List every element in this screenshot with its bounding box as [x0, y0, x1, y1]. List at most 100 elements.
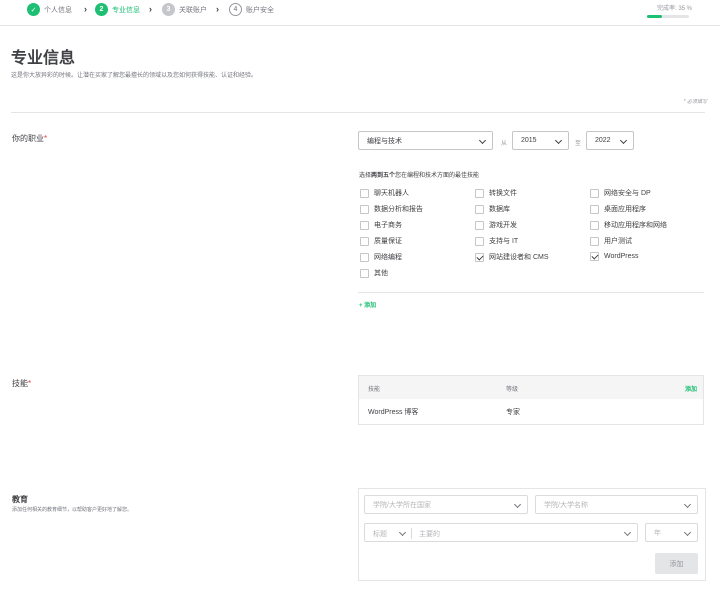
step-number: 4	[229, 3, 242, 16]
table-row[interactable]: WordPress 博客 专家	[359, 399, 703, 425]
progress-fill	[647, 15, 662, 18]
checkbox-checked-icon[interactable]	[475, 252, 484, 262]
year-select[interactable]: 年	[645, 523, 698, 542]
skills-label: 技能*	[12, 379, 32, 388]
skill-name: WordPress 博客	[368, 409, 419, 416]
step-number: 2	[95, 3, 108, 16]
skill-checkbox[interactable]: 转换文件	[475, 188, 517, 198]
step-personal-info[interactable]: ✓ 个人信息	[27, 3, 72, 16]
skill-checkbox-label: 数据库	[489, 206, 510, 213]
chevron-down-icon	[478, 136, 487, 145]
chevron-down-icon	[623, 528, 632, 537]
skill-checkbox[interactable]: 网络编程	[360, 252, 402, 262]
check-icon: ✓	[27, 3, 40, 16]
skill-checkbox[interactable]: 支持与 IT	[475, 236, 518, 246]
column-header-level: 等级	[506, 387, 519, 393]
skill-checkbox-label: 桌面应用程序	[604, 206, 646, 213]
skill-checkbox[interactable]: 移动应用程序和网络	[590, 220, 667, 230]
skill-checkbox-label: 移动应用程序和网络	[604, 222, 667, 229]
skill-checkbox[interactable]: 电子商务	[360, 220, 402, 230]
checkbox-icon[interactable]	[360, 220, 369, 230]
skill-checkbox-label: 网站建设者和 CMS	[489, 254, 549, 261]
from-year-select[interactable]: 2015	[512, 131, 569, 150]
occupation-label: 你的职业*	[12, 134, 48, 143]
step-linked-accounts[interactable]: 3 关联账户	[162, 3, 207, 16]
skill-checkbox[interactable]: 网站建设者和 CMS	[475, 252, 549, 262]
checkbox-icon[interactable]	[590, 236, 599, 246]
to-year-select[interactable]: 2022	[586, 131, 634, 150]
skill-checkbox-label: 转换文件	[489, 190, 517, 197]
checkbox-icon[interactable]	[360, 236, 369, 246]
skills-table-header: 技能 等级 添加	[359, 376, 703, 399]
add-skill-link[interactable]: 添加	[685, 384, 697, 393]
skill-checkbox[interactable]: 数据库	[475, 204, 510, 214]
add-occupation-link[interactable]: + 添加	[359, 300, 376, 309]
country-select[interactable]: 学院/大学所在国家	[364, 495, 528, 514]
from-label: 从	[501, 141, 508, 147]
step-account-security[interactable]: 4 账户安全	[229, 3, 274, 16]
completion-rate: 完成率: 35 %	[656, 6, 692, 12]
skill-checkbox[interactable]: WordPress	[590, 252, 639, 261]
skill-checkbox[interactable]: 其他	[360, 268, 388, 278]
school-select[interactable]: 学院/大学名称	[535, 495, 698, 514]
skill-checkbox[interactable]: 用户测试	[590, 236, 632, 246]
required-note: * 必须填写	[683, 99, 707, 105]
chevron-down-icon	[554, 136, 563, 145]
step-label: 专业信息	[112, 6, 140, 14]
step-number: 3	[162, 3, 175, 16]
step-label: 关联账户	[179, 6, 207, 14]
skill-checkbox-label: 电子商务	[374, 222, 402, 229]
skill-checkbox-label: 游戏开发	[489, 222, 517, 229]
major-input[interactable]: 主要的	[419, 529, 440, 539]
divider	[358, 292, 704, 293]
chevron-right-icon: ›	[149, 4, 152, 14]
checkbox-icon[interactable]	[360, 204, 369, 214]
skills-hint: 选择两到五个您在编程和技术方面的最佳技能	[359, 173, 480, 179]
skill-checkbox-label: 支持与 IT	[489, 238, 519, 245]
checkbox-icon[interactable]	[360, 268, 369, 278]
title-select[interactable]: 标题	[373, 529, 387, 539]
skill-checkbox-label: 用户测试	[604, 238, 632, 245]
checkbox-icon[interactable]	[475, 220, 484, 230]
skill-checkbox[interactable]: 桌面应用程序	[590, 204, 646, 214]
chevron-down-icon	[683, 500, 692, 509]
skill-checkbox-label: 数据分析和报告	[374, 206, 423, 213]
checkbox-icon[interactable]	[475, 188, 484, 198]
chevron-down-icon	[683, 528, 692, 537]
add-education-button[interactable]: 添加	[655, 553, 698, 574]
degree-major-group: 标题 主要的	[364, 523, 638, 542]
progress-stepper: ✓ 个人信息 › 2 专业信息 › 3 关联账户 › 4 账户安全 完成率: 3…	[0, 0, 720, 26]
checkbox-icon[interactable]	[590, 188, 599, 198]
occupation-category-select[interactable]: 编程与技术	[358, 131, 493, 150]
skill-checkbox[interactable]: 数据分析和报告	[360, 204, 423, 214]
checkbox-checked-icon[interactable]	[590, 252, 599, 261]
skill-checkbox[interactable]: 质量保证	[360, 236, 402, 246]
skill-checkbox-label: WordPress	[604, 253, 639, 260]
step-professional-info[interactable]: 2 专业信息	[95, 3, 140, 16]
chevron-right-icon: ›	[84, 4, 87, 14]
page-intro: 这是你大放异彩的时候。让潜在买家了解您最擅长的领域以及您如何获得技能、认证和经验…	[11, 73, 258, 79]
checkbox-icon[interactable]	[360, 252, 369, 262]
checkbox-icon[interactable]	[475, 236, 484, 246]
to-label: 至	[575, 141, 582, 147]
skill-checkbox[interactable]: 游戏开发	[475, 220, 517, 230]
step-label: 账户安全	[246, 6, 274, 14]
skills-table: 技能 等级 添加 WordPress 博客 专家	[358, 375, 704, 425]
skill-checkbox-label: 聊天机器人	[374, 190, 409, 197]
skill-checkbox-label: 其他	[374, 270, 388, 277]
checkbox-icon[interactable]	[475, 204, 484, 214]
skill-level: 专家	[506, 409, 520, 416]
education-title: 教育	[12, 495, 28, 504]
skill-checkbox-label: 网络编程	[374, 254, 402, 261]
skill-checkbox-label: 网络安全与 DP	[604, 190, 651, 197]
checkbox-icon[interactable]	[360, 188, 369, 198]
chevron-right-icon: ›	[216, 4, 219, 14]
skill-checkbox[interactable]: 聊天机器人	[360, 188, 409, 198]
completion-progress-bar	[647, 15, 689, 18]
checkbox-icon[interactable]	[590, 220, 599, 230]
skill-checkbox-label: 质量保证	[374, 238, 402, 245]
skill-checkbox[interactable]: 网络安全与 DP	[590, 188, 651, 198]
checkbox-icon[interactable]	[590, 204, 599, 214]
divider	[11, 112, 705, 113]
chevron-down-icon	[619, 136, 628, 145]
